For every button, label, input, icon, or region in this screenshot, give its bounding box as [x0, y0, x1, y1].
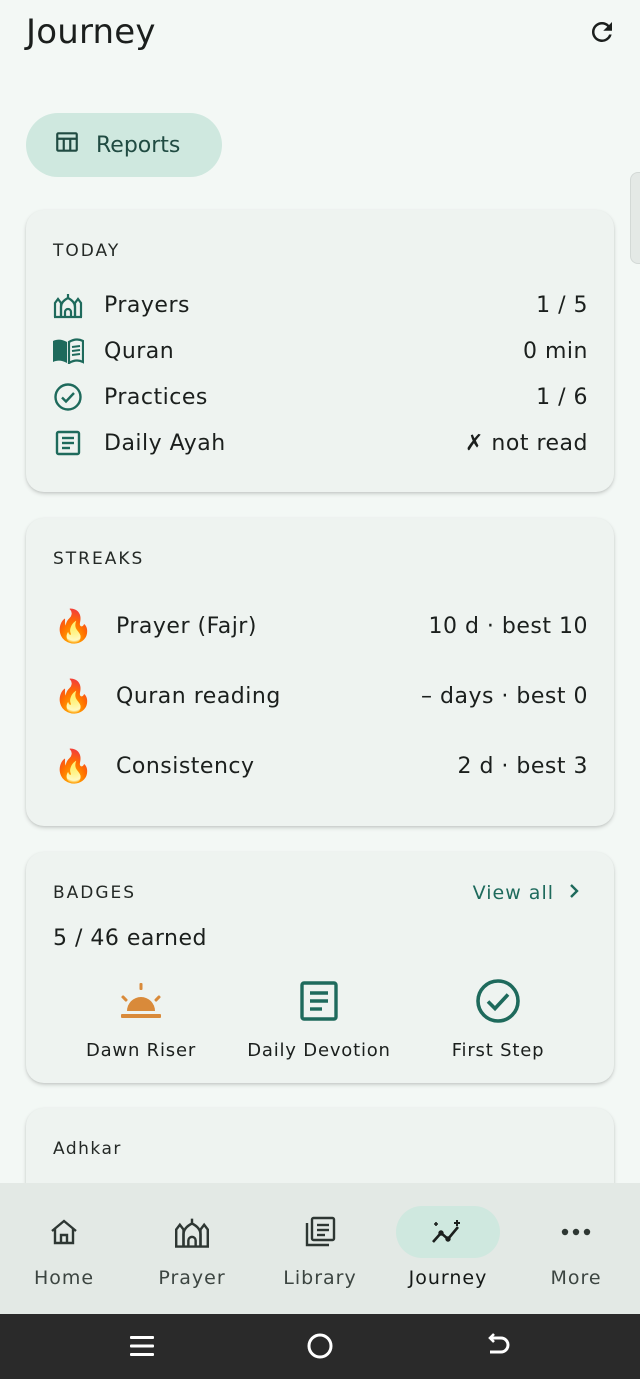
nav-label: Journey: [408, 1267, 488, 1289]
nav-home[interactable]: Home: [0, 1183, 128, 1314]
row-value: 10 d · best 10: [428, 613, 588, 639]
row-value: 1 / 5: [536, 292, 588, 318]
today-card: TODAY Prayers 1 / 5 Quran 0 min Practice…: [26, 210, 614, 492]
nav-more[interactable]: More: [512, 1183, 640, 1314]
document-icon: [229, 976, 409, 1026]
row-label: Prayers: [104, 292, 190, 318]
nav-label: Home: [33, 1267, 95, 1289]
row-value: 1 / 6: [536, 384, 588, 410]
view-all-label: View all: [472, 882, 554, 904]
badge-name: First Step: [451, 1040, 545, 1061]
document-icon: [52, 427, 84, 459]
badges-title: BADGES: [53, 883, 137, 903]
home-circle-icon[interactable]: [304, 1330, 336, 1362]
edge-drawer-handle[interactable]: [630, 172, 640, 264]
row-label: Quran: [104, 338, 175, 364]
today-row-practices[interactable]: Practices 1 / 6: [52, 377, 588, 417]
today-title: TODAY: [53, 241, 121, 261]
back-icon[interactable]: [482, 1330, 514, 1362]
adhkar-title: Adhkar: [53, 1139, 122, 1159]
fire-icon: 🔥: [53, 747, 95, 785]
fire-icon: 🔥: [53, 607, 95, 645]
check-circle-icon: [52, 381, 84, 413]
bottom-navigation: Home Prayer Library Journey More: [0, 1183, 640, 1314]
row-label: Prayer (Fajr): [116, 613, 257, 639]
table-icon: [54, 129, 80, 161]
today-row-quran[interactable]: Quran 0 min: [52, 331, 588, 371]
row-value: 2 d · best 3: [457, 753, 588, 779]
nav-prayer[interactable]: Prayer: [128, 1183, 256, 1314]
book-icon: [52, 335, 84, 367]
badge-name: Daily Devotion: [247, 1040, 391, 1061]
streaks-title: STREAKS: [53, 549, 145, 569]
row-value: – days · best 0: [421, 683, 588, 709]
check-circle-icon: [408, 976, 588, 1026]
badge-first-step[interactable]: First Step: [408, 976, 588, 1061]
nav-library[interactable]: Library: [256, 1183, 384, 1314]
nav-label: Library: [283, 1267, 357, 1289]
recents-icon[interactable]: [126, 1330, 158, 1362]
badges-card: BADGES View all 5 / 46 earned Dawn Riser…: [26, 852, 614, 1083]
home-icon: [12, 1206, 116, 1258]
row-value: 0 min: [523, 338, 588, 364]
row-label: Daily Ayah: [104, 430, 226, 456]
sunrise-icon: [51, 976, 231, 1026]
chevron-right-icon: [568, 882, 580, 904]
library-icon: [268, 1206, 372, 1258]
badge-daily-devotion[interactable]: Daily Devotion: [229, 976, 409, 1061]
row-value: ✗ not read: [465, 430, 588, 456]
view-all-link[interactable]: View all: [473, 882, 580, 904]
mosque-icon: [140, 1206, 244, 1258]
more-icon: [524, 1206, 628, 1258]
fire-icon: 🔥: [53, 677, 95, 715]
streak-row-prayer-fajr[interactable]: 🔥 Prayer (Fajr) 10 d · best 10: [52, 606, 588, 646]
row-label: Consistency: [116, 753, 255, 779]
system-navigation-bar: [0, 1314, 640, 1379]
reports-button[interactable]: Reports: [26, 113, 222, 177]
streaks-card: STREAKS 🔥 Prayer (Fajr) 10 d · best 10 🔥…: [26, 518, 614, 826]
row-label: Practices: [104, 384, 208, 410]
nav-journey[interactable]: Journey: [384, 1183, 512, 1314]
badge-dawn-riser[interactable]: Dawn Riser: [51, 976, 231, 1061]
journey-icon: [396, 1206, 500, 1258]
row-label: Quran reading: [116, 683, 281, 709]
top-app-bar: Journey: [0, 0, 640, 72]
page-title: Journey: [26, 12, 156, 52]
nav-label: More: [550, 1267, 602, 1289]
mosque-icon: [52, 289, 84, 321]
nav-label: Prayer: [158, 1267, 226, 1289]
today-row-daily-ayah[interactable]: Daily Ayah ✗ not read: [52, 423, 588, 463]
streak-row-consistency[interactable]: 🔥 Consistency 2 d · best 3: [52, 746, 588, 786]
reports-label: Reports: [96, 132, 181, 158]
refresh-icon[interactable]: [586, 16, 618, 48]
streak-row-quran-reading[interactable]: 🔥 Quran reading – days · best 0: [52, 676, 588, 716]
badges-earned-count: 5 / 46 earned: [53, 926, 208, 951]
today-row-prayers[interactable]: Prayers 1 / 5: [52, 285, 588, 325]
badge-name: Dawn Riser: [85, 1040, 197, 1061]
